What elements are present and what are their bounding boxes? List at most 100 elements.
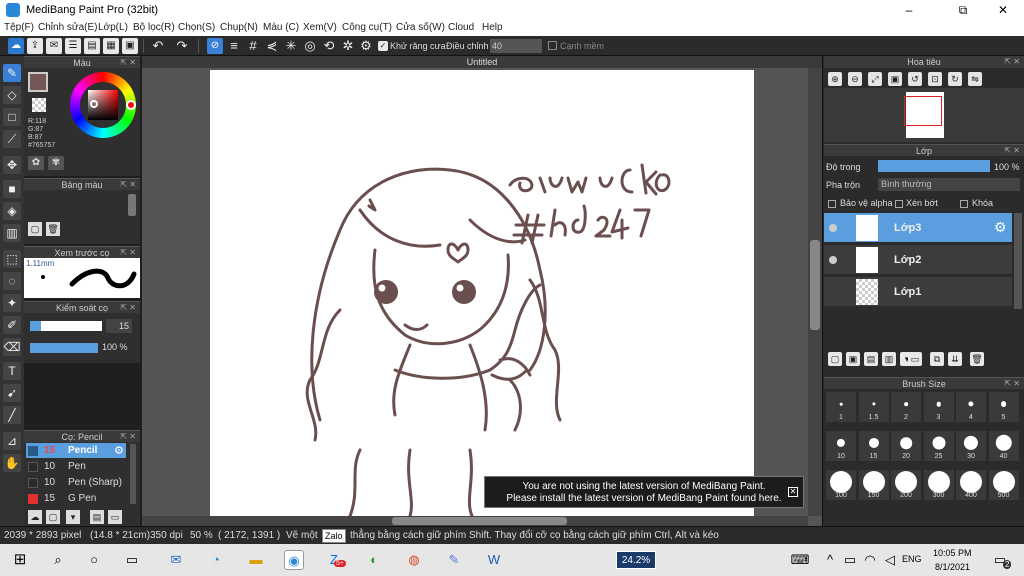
brush-item-gpen[interactable]: 15 G Pen: [26, 491, 126, 506]
select-eraser-icon[interactable]: ⌫: [3, 338, 21, 356]
brush-size-cell[interactable]: 5: [988, 392, 1019, 422]
adjust-input[interactable]: 40: [490, 39, 542, 53]
menu-capture[interactable]: Chụp(N): [220, 22, 258, 33]
navigator-preview[interactable]: [824, 88, 1024, 142]
lock-checkbox[interactable]: [960, 200, 968, 208]
page-icon[interactable]: ▤: [84, 38, 100, 54]
merge-layer-icon[interactable]: ⇊: [948, 352, 962, 366]
move-tool-icon[interactable]: ✥: [3, 156, 21, 174]
word-icon[interactable]: W: [484, 550, 504, 570]
eraser-tool-icon[interactable]: ◇: [3, 86, 21, 104]
menu-file[interactable]: Tệp(F): [4, 22, 34, 33]
snap-off-icon[interactable]: ⊘: [207, 38, 223, 54]
brush-size-cell[interactable]: 150: [858, 470, 889, 500]
file-explorer-icon[interactable]: ▬: [246, 550, 266, 570]
brush-size-cell[interactable]: 1: [826, 392, 856, 422]
actual-size-icon[interactable]: ▣: [888, 72, 902, 86]
select-tool-icon[interactable]: ⬚: [3, 250, 21, 268]
menu-filter[interactable]: Bộ lọc(R): [133, 22, 175, 33]
menu-color[interactable]: Màu (C): [263, 22, 299, 33]
layer-row-3[interactable]: Lớp3 ⚙: [824, 213, 1012, 243]
palette-settings-icon[interactable]: ✾: [48, 156, 64, 170]
clock-date[interactable]: 8/1/2021: [935, 562, 970, 572]
new-1bit-icon[interactable]: ▥: [882, 352, 896, 366]
menu-window[interactable]: Cửa số(W): [396, 22, 445, 33]
fit-icon[interactable]: ⤢: [868, 72, 882, 86]
menu-select[interactable]: Chọn(S): [178, 22, 215, 33]
panels-icon[interactable]: ▣: [122, 38, 138, 54]
clipping-checkbox[interactable]: [895, 200, 903, 208]
gear-snap-icon[interactable]: ✲: [340, 38, 356, 54]
brush-size-cell[interactable]: 20: [891, 431, 921, 461]
menu-edit[interactable]: Chỉnh sửa(E): [38, 22, 98, 33]
clock-time[interactable]: 10:05 PM: [933, 548, 972, 558]
add-brush-icon[interactable]: ▢: [46, 510, 60, 524]
cross-snap-icon[interactable]: #: [245, 38, 261, 54]
brush-item-pencil[interactable]: 15 Pencil ⚙: [26, 443, 126, 458]
reset-view-icon[interactable]: ⊡: [928, 72, 942, 86]
mail-icon[interactable]: ✉: [166, 550, 186, 570]
rotate-right-icon[interactable]: ↻: [948, 72, 962, 86]
layer-row-1[interactable]: Lớp1: [824, 277, 1012, 307]
new-8bit-icon[interactable]: ▤: [864, 352, 878, 366]
brush-size-cell[interactable]: 400: [956, 470, 986, 500]
panel-float-icon[interactable]: ⇱ ✕: [1004, 145, 1020, 157]
eye-icon[interactable]: [829, 224, 837, 232]
menu-help[interactable]: Help: [482, 22, 503, 33]
size-slider[interactable]: [30, 321, 102, 331]
vertical-scroll-thumb[interactable]: [810, 240, 820, 330]
navigator-viewport[interactable]: [904, 96, 942, 126]
brush-settings-icon[interactable]: ⚙: [114, 444, 124, 457]
minimize-button[interactable]: –: [886, 0, 932, 20]
palette-scrollbar[interactable]: [128, 194, 136, 216]
trash-icon[interactable]: 🗑: [46, 222, 60, 236]
chat-icon[interactable]: ☰: [65, 38, 81, 54]
parallel-snap-icon[interactable]: ≡: [226, 38, 242, 54]
gradient-tool-icon[interactable]: ▥: [3, 224, 21, 242]
operation-tool-icon[interactable]: ➹: [3, 384, 21, 402]
hue-marker[interactable]: [126, 100, 136, 110]
rect-tool-icon[interactable]: □: [3, 108, 21, 126]
network-icon[interactable]: ▭: [840, 550, 860, 570]
update-notice[interactable]: You are not using the latest version of …: [484, 476, 804, 508]
brush-item-pen-sharp[interactable]: 10 Pen (Sharp): [26, 475, 126, 490]
rotate-left-icon[interactable]: ↺: [908, 72, 922, 86]
brush-item-pen[interactable]: 10 Pen: [26, 459, 126, 474]
brush-size-cell[interactable]: 100: [826, 470, 856, 500]
edge-icon[interactable]: ◔: [206, 550, 226, 570]
folder-icon[interactable]: ▭: [108, 510, 122, 524]
flip-icon[interactable]: ⇋: [968, 72, 982, 86]
brush-size-cell[interactable]: 10: [826, 431, 856, 461]
menu-layer[interactable]: Lớp(L): [98, 22, 128, 33]
radial-snap-icon[interactable]: ✳: [283, 38, 299, 54]
brush-size-cell[interactable]: 4: [956, 392, 986, 422]
smooth-checkbox[interactable]: [548, 41, 557, 50]
brush-size-cell[interactable]: 25: [923, 431, 954, 461]
language-indicator[interactable]: ENG: [902, 554, 922, 564]
zoom-in-icon[interactable]: ⊕: [828, 72, 842, 86]
magic-wand-icon[interactable]: ✦: [3, 294, 21, 312]
curve-snap-icon[interactable]: ⟲: [321, 38, 337, 54]
settings-icon[interactable]: ⚙: [358, 38, 374, 54]
hue-wheel[interactable]: [70, 72, 136, 138]
layer-settings-icon[interactable]: ⚙: [994, 219, 1007, 236]
eye-icon[interactable]: [829, 256, 837, 264]
share-icon[interactable]: ⇪: [27, 38, 43, 54]
blend-select[interactable]: Bình thường: [878, 178, 1020, 191]
size-value[interactable]: 15: [106, 319, 132, 333]
chevron-up-icon[interactable]: ^: [820, 550, 840, 570]
volume-icon[interactable]: ◁: [880, 550, 900, 570]
brush-menu-icon[interactable]: ▾: [66, 510, 80, 524]
brush-doc-icon[interactable]: ▤: [90, 510, 104, 524]
brush-size-cell[interactable]: 3: [923, 392, 954, 422]
new-halftone-icon[interactable]: ▣: [846, 352, 860, 366]
brush-tool-icon[interactable]: ✎: [3, 64, 21, 82]
chrome-icon[interactable]: ◍: [404, 550, 424, 570]
duplicate-layer-icon[interactable]: ⧉: [930, 352, 944, 366]
alpha-protect-checkbox[interactable]: [828, 200, 836, 208]
brush-size-cell[interactable]: 15: [858, 431, 889, 461]
eyedropper-icon[interactable]: ⊿: [3, 432, 21, 450]
zoom-out-icon[interactable]: ⊖: [848, 72, 862, 86]
brush-size-cell[interactable]: 300: [923, 470, 954, 500]
notice-close-icon[interactable]: ✕: [788, 487, 798, 497]
